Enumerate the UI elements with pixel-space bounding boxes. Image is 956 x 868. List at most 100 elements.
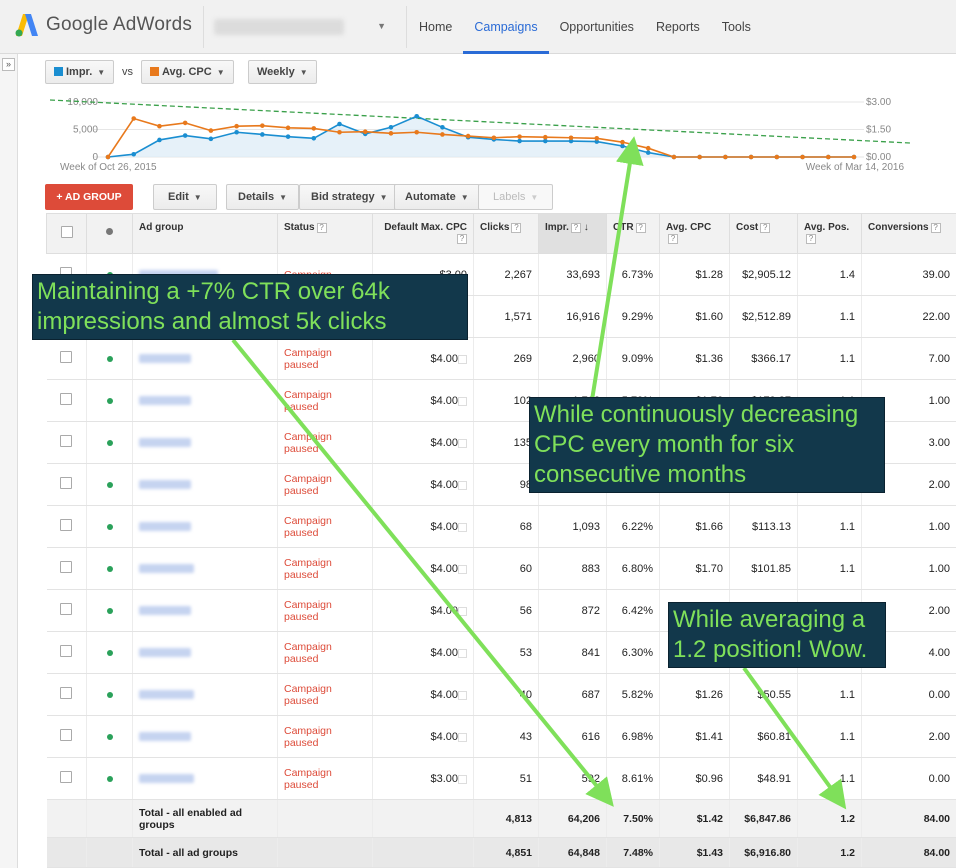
edit-pencil-icon[interactable] (458, 774, 467, 784)
header-avg-pos[interactable]: Avg. Pos.? (797, 213, 862, 254)
ad-group-link[interactable] (139, 690, 194, 700)
data-point (620, 139, 625, 145)
metric2-selector[interactable]: Avg. CPC ▼ (141, 60, 234, 84)
status-text: Campaign paused (284, 472, 332, 497)
max-cpc-cell[interactable]: $4.00 (372, 631, 474, 674)
ad-group-link[interactable] (139, 648, 191, 658)
row-checkbox-cell (46, 421, 87, 464)
max-cpc-cell[interactable]: $4.00 (372, 421, 474, 464)
max-cpc-cell[interactable]: $4.00 (372, 463, 474, 506)
account-selector[interactable]: ▼ (203, 6, 407, 48)
ad-group-link[interactable] (139, 438, 191, 448)
automate-button[interactable]: Automate ▼ (394, 184, 480, 210)
expand-icon[interactable]: » (2, 58, 15, 71)
metric1-selector[interactable]: Impr. ▼ (45, 60, 115, 84)
help-icon[interactable]: ? (570, 223, 581, 233)
max-cpc-cell[interactable]: $4.00 (372, 547, 474, 590)
nav-opportunities[interactable]: Opportunities (549, 0, 645, 54)
header-ad-group[interactable]: Ad group (132, 213, 278, 254)
add-ad-group-button[interactable]: + AD GROUP (45, 184, 133, 210)
select-all-checkbox[interactable] (60, 226, 73, 238)
sort-desc-icon: ↓ (583, 222, 589, 233)
edit-pencil-icon[interactable] (458, 606, 467, 616)
bid-strategy-button[interactable]: Bid strategy ▼ (299, 184, 400, 210)
help-icon[interactable]: ? (316, 223, 327, 233)
max-cpc-cell[interactable]: $4.00 (372, 505, 474, 548)
max-cpc-value: $4.00 (430, 562, 458, 575)
status-dot-header[interactable] (86, 213, 133, 254)
row-checkbox[interactable] (60, 645, 73, 657)
help-icon[interactable]: ? (511, 223, 522, 233)
row-checkbox[interactable] (60, 603, 73, 615)
row-status-cell (86, 379, 133, 422)
help-icon[interactable]: ? (635, 223, 646, 233)
header-max-cpc[interactable]: Default Max. CPC? (372, 213, 474, 254)
side-rail: » (0, 54, 18, 868)
ad-group-link[interactable] (139, 480, 191, 490)
ad-group-cell (132, 715, 278, 758)
ad-group-cell (132, 547, 278, 590)
ctr-cell: 6.80% (606, 547, 660, 590)
header-impr[interactable]: Impr.? ↓ (538, 213, 607, 254)
impr-cell: 2,960 (538, 337, 607, 380)
edit-pencil-icon[interactable] (458, 564, 467, 574)
edit-pencil-icon[interactable] (458, 354, 467, 364)
nav-reports[interactable]: Reports (645, 0, 711, 54)
edit-pencil-icon[interactable] (458, 732, 467, 742)
row-checkbox[interactable] (60, 519, 73, 531)
header-clicks[interactable]: Clicks? (473, 213, 539, 254)
nav-tools[interactable]: Tools (711, 0, 762, 54)
ad-group-link[interactable] (139, 732, 191, 742)
ad-group-link[interactable] (139, 564, 194, 574)
row-checkbox[interactable] (60, 393, 73, 405)
row-checkbox[interactable] (60, 351, 73, 363)
ad-group-link[interactable] (139, 606, 191, 616)
table-row: Campaign paused $3.00 51 592 8.61% $0.96 $48.9… (46, 757, 956, 800)
header-ctr[interactable]: CTR? (606, 213, 660, 254)
edit-pencil-icon[interactable] (458, 648, 467, 658)
max-cpc-cell[interactable]: $4.00 (372, 715, 474, 758)
ad-group-link[interactable] (139, 522, 191, 532)
edit-pencil-icon[interactable] (458, 690, 467, 700)
nav-home[interactable]: Home (408, 0, 463, 54)
row-checkbox[interactable] (60, 561, 73, 573)
row-checkbox[interactable] (60, 435, 73, 447)
header-conversions[interactable]: Conversions? (861, 213, 956, 254)
help-icon[interactable]: ? (806, 234, 816, 244)
clicks-cell: 53 (473, 631, 539, 674)
max-cpc-cell[interactable]: $3.00 (372, 757, 474, 800)
ad-group-cell (132, 463, 278, 506)
ad-group-link[interactable] (139, 774, 194, 784)
nav-campaigns[interactable]: Campaigns (463, 0, 549, 54)
max-cpc-cell[interactable]: $4.00 (372, 337, 474, 380)
top-bar: Google AdWords ▼ Home Campaigns Opportun… (0, 0, 956, 54)
details-button[interactable]: Details ▼ (226, 184, 299, 210)
chevron-down-icon: ▼ (193, 193, 202, 202)
ad-group-link[interactable] (139, 396, 191, 406)
max-cpc-cell[interactable]: $4.00 (372, 379, 474, 422)
data-point (723, 154, 728, 160)
max-cpc-cell[interactable]: $4.00 (372, 589, 474, 632)
conversions-cell: 22.00 (861, 295, 956, 338)
edit-pencil-icon[interactable] (458, 522, 467, 532)
row-checkbox[interactable] (60, 477, 73, 489)
header-avg-cpc[interactable]: Avg. CPC? (659, 213, 730, 254)
period-selector[interactable]: Weekly ▼ (248, 60, 317, 84)
help-icon[interactable]: ? (668, 234, 678, 244)
max-cpc-cell[interactable]: $4.00 (372, 673, 474, 716)
header-cost[interactable]: Cost? (729, 213, 798, 254)
help-icon[interactable]: ? (930, 223, 941, 233)
labels-button[interactable]: Labels ▼ (478, 184, 554, 210)
edit-pencil-icon[interactable] (458, 480, 467, 490)
header-status[interactable]: Status? (277, 213, 373, 254)
row-checkbox[interactable] (60, 729, 73, 741)
row-checkbox[interactable] (60, 771, 73, 783)
edit-button[interactable]: Edit ▼ (153, 184, 217, 210)
avg-pos-cell: 1.1 (797, 295, 862, 338)
row-checkbox[interactable] (60, 687, 73, 699)
help-icon[interactable]: ? (457, 234, 467, 244)
ad-group-link[interactable] (139, 354, 191, 364)
edit-pencil-icon[interactable] (458, 396, 467, 406)
help-icon[interactable]: ? (760, 223, 771, 233)
edit-pencil-icon[interactable] (458, 438, 467, 448)
